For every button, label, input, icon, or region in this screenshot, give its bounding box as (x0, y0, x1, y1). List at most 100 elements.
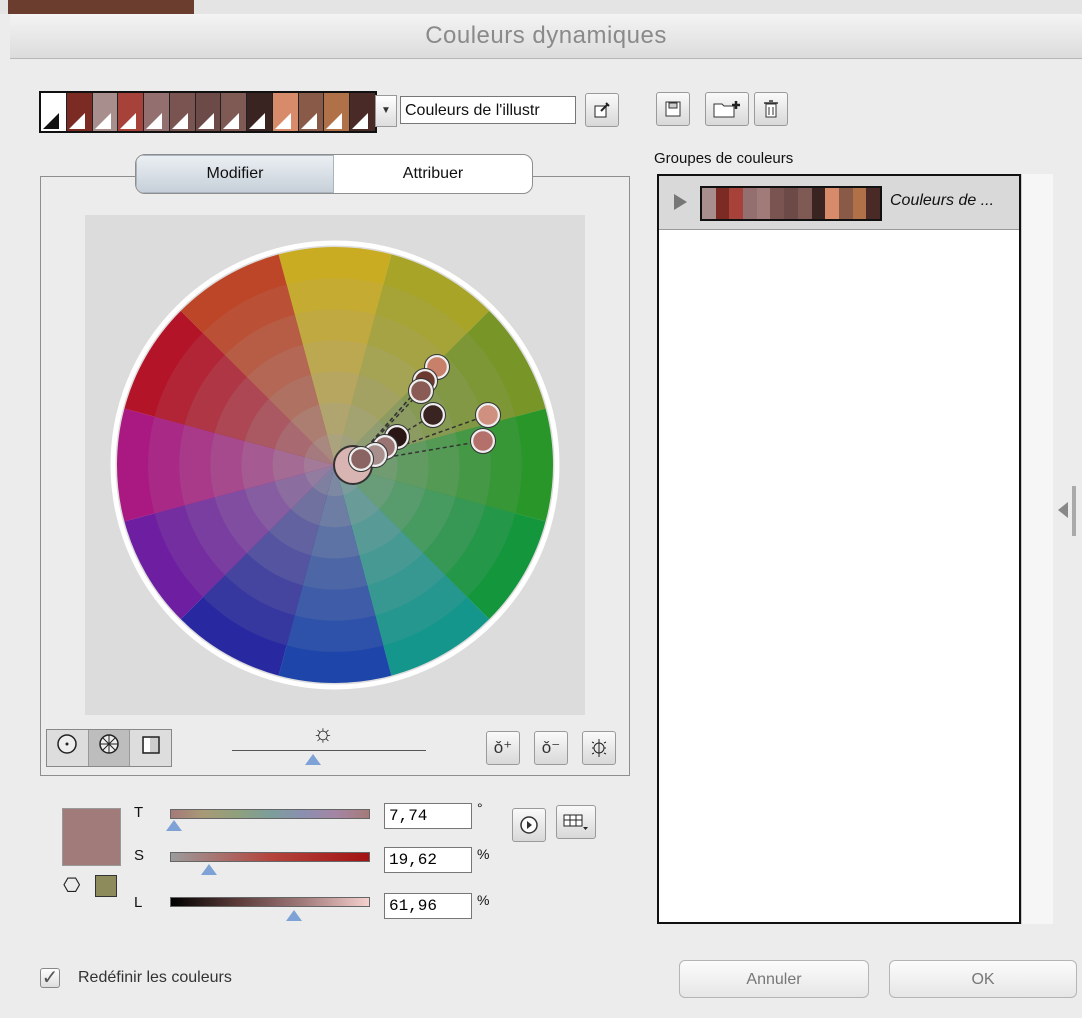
slider-label-l: L (134, 894, 143, 911)
harmony-swatch[interactable] (247, 93, 273, 131)
tab-attribuer[interactable]: Attribuer (334, 155, 532, 193)
play-options-icon (520, 816, 538, 834)
hue-unit: ° (477, 800, 483, 816)
new-group-folder-icon (713, 101, 740, 118)
new-group-button[interactable] (705, 92, 749, 126)
swatch-corner-icon (146, 113, 163, 129)
harmony-swatch[interactable] (118, 93, 145, 131)
swatch-corner-icon (43, 113, 59, 129)
harmony-swatch[interactable] (272, 93, 299, 131)
slider-label-s: S (134, 847, 145, 864)
harmony-swatch[interactable] (41, 93, 67, 131)
brightness-slider-track[interactable] (232, 750, 426, 751)
harmony-rules-dropdown-button[interactable]: ▼ (375, 95, 397, 127)
chevron-down-icon: ▼ (381, 105, 391, 116)
saturation-slider-thumb[interactable] (201, 864, 218, 875)
color-mode-menu-button[interactable] (556, 805, 596, 839)
harmony-swatch[interactable] (144, 93, 170, 131)
recolor-label: Redéfinir les couleurs (78, 969, 232, 986)
color-wheel[interactable] (85, 215, 585, 715)
harmony-swatch[interactable] (221, 93, 248, 131)
segmented-wheel-icon (99, 734, 119, 754)
group-swatch (784, 188, 798, 219)
group-swatch (715, 188, 730, 219)
cancel-button[interactable]: Annuler (679, 960, 869, 998)
saturation-value-field[interactable]: 19,62 (384, 847, 472, 873)
harmony-swatch[interactable] (324, 93, 351, 131)
swatch-corner-icon (94, 113, 111, 129)
swatch-corner-icon (249, 113, 266, 129)
harmony-swatch[interactable] (298, 93, 325, 131)
save-group-button[interactable] (656, 92, 690, 126)
get-colors-button[interactable] (585, 93, 619, 127)
harmony-swatch[interactable] (92, 93, 119, 131)
document-edge (8, 0, 194, 14)
group-swatch (838, 188, 853, 219)
sun-icon: ☼ (312, 720, 334, 747)
color-marker[interactable] (420, 402, 446, 428)
color-groups-list (657, 174, 1021, 924)
eyedropper-icon (594, 102, 610, 118)
group-swatch (852, 188, 867, 219)
group-swatch (797, 188, 812, 219)
group-swatch (729, 188, 744, 219)
smooth-wheel-button[interactable] (47, 730, 89, 766)
slider-options-button[interactable] (512, 808, 546, 842)
color-marker[interactable] (475, 402, 501, 428)
remove-color-tool-icon: ǒ⁻ (541, 738, 561, 757)
unlink-colors-button[interactable] (582, 731, 616, 765)
swatch-corner-icon (326, 113, 343, 129)
color-bars-button[interactable] (130, 730, 171, 766)
group-swatch (756, 188, 771, 219)
mode-tabs: Modifier Attribuer (135, 154, 533, 194)
saturation-unit: % (477, 846, 490, 862)
harmony-swatch[interactable] (195, 93, 222, 131)
luminosity-value-field[interactable]: 61,96 (384, 893, 472, 919)
color-marker[interactable] (408, 378, 434, 404)
add-color-tool-icon: ǒ⁺ (493, 738, 513, 757)
remove-color-tool-button[interactable]: ǒ⁻ (534, 731, 568, 765)
color-bars-icon (141, 736, 160, 754)
hue-value-field[interactable]: 7,74 (384, 803, 472, 829)
swatch-corner-icon (68, 113, 85, 129)
cube-icon: ⎔ (63, 875, 81, 897)
hue-slider-thumb[interactable] (166, 820, 182, 831)
group-swatch (866, 188, 880, 219)
group-name-field[interactable]: Couleurs de l'illustr (400, 96, 576, 124)
window-title: Couleurs dynamiques (10, 14, 1082, 59)
brightness-slider-thumb[interactable] (305, 754, 322, 765)
groups-scrollbar[interactable] (1021, 174, 1053, 924)
panel-grip[interactable] (1072, 486, 1076, 536)
wheel-mode-buttons (46, 729, 172, 767)
unlink-colors-icon (591, 739, 607, 757)
ok-button[interactable]: OK (889, 960, 1077, 998)
harmony-swatch[interactable] (66, 93, 93, 131)
color-marker[interactable] (348, 446, 374, 472)
smooth-wheel-icon (57, 734, 78, 754)
hue-slider-track[interactable] (170, 809, 370, 819)
group-swatch (811, 188, 826, 219)
delete-button[interactable] (754, 92, 788, 126)
harmony-swatch[interactable] (169, 93, 196, 131)
collapse-arrow-icon[interactable] (1058, 502, 1068, 518)
harmony-swatch[interactable] (350, 93, 375, 131)
swatch-corner-icon (300, 113, 317, 129)
group-item-name: Couleurs de ... (890, 192, 995, 209)
active-colors-strip[interactable] (39, 91, 377, 133)
gamut-warning-swatch[interactable] (95, 875, 117, 897)
swatch-corner-icon (120, 113, 137, 129)
luminosity-slider-thumb[interactable] (286, 910, 302, 921)
luminosity-unit: % (477, 892, 490, 908)
luminosity-slider-track[interactable] (170, 897, 370, 907)
add-color-tool-button[interactable]: ǒ⁺ (486, 731, 520, 765)
segmented-wheel-button[interactable] (88, 730, 131, 766)
group-swatch (770, 188, 785, 219)
slider-label-t: T (134, 804, 144, 821)
tab-modifier[interactable]: Modifier (136, 155, 334, 193)
swatch-corner-icon (352, 113, 369, 129)
saturation-slider-track[interactable] (170, 852, 370, 862)
swatch-corner-icon (197, 113, 214, 129)
disclosure-triangle-icon[interactable] (674, 194, 687, 210)
recolor-checkbox[interactable]: ✓ (40, 968, 60, 988)
color-marker[interactable] (470, 428, 496, 454)
